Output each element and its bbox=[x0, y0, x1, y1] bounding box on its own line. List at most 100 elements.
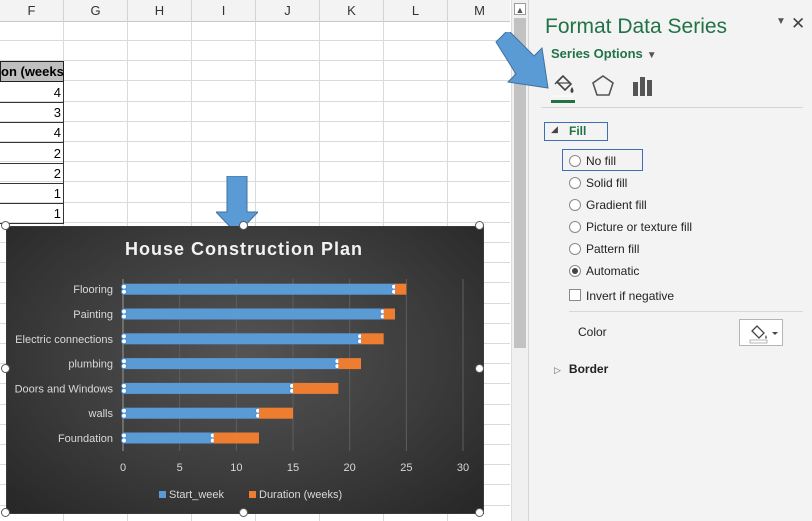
duration-bar[interactable] bbox=[361, 333, 384, 345]
selection-handle[interactable] bbox=[121, 288, 127, 295]
column-header-m[interactable]: M bbox=[448, 0, 510, 22]
selection-handle[interactable] bbox=[121, 313, 127, 320]
close-icon[interactable]: ✕ bbox=[791, 14, 805, 34]
selection-handle[interactable] bbox=[121, 333, 127, 340]
border-section-label: Border bbox=[568, 362, 609, 376]
fill-option-label: No fill bbox=[586, 154, 617, 168]
category-label: Flooring bbox=[73, 284, 113, 296]
effects-icon[interactable] bbox=[589, 72, 617, 100]
column-header-f[interactable]: F bbox=[0, 0, 64, 22]
chart-resize-handle[interactable] bbox=[1, 508, 10, 517]
radio-button[interactable] bbox=[569, 155, 581, 167]
selection-handle[interactable] bbox=[121, 363, 127, 370]
legend-label: Duration (weeks) bbox=[259, 489, 342, 501]
start-week-bar[interactable] bbox=[123, 382, 293, 394]
radio-button[interactable] bbox=[569, 265, 581, 277]
gridline bbox=[0, 100, 510, 102]
pane-title: Format Data Series bbox=[545, 15, 728, 38]
invert-if-negative-label: Invert if negative bbox=[586, 289, 675, 303]
fill-section-header[interactable]: ◢ Fill bbox=[544, 122, 608, 141]
series-options-icon[interactable] bbox=[629, 72, 657, 100]
fill-option-label: Picture or texture fill bbox=[586, 220, 693, 234]
border-section-header[interactable]: ▷ Border bbox=[554, 362, 608, 376]
selection-handle[interactable] bbox=[121, 432, 127, 439]
chart-resize-handle[interactable] bbox=[1, 364, 10, 373]
fill-color-picker-button[interactable] bbox=[739, 319, 783, 346]
radio-button[interactable] bbox=[569, 177, 581, 189]
start-week-bar[interactable] bbox=[123, 432, 214, 444]
chart-resize-handle[interactable] bbox=[475, 508, 484, 517]
column-header-h[interactable]: H bbox=[128, 0, 192, 22]
chart-title[interactable]: House Construction Plan bbox=[125, 239, 363, 259]
duration-cell[interactable]: 1 bbox=[0, 203, 64, 225]
radio-button[interactable] bbox=[569, 243, 581, 255]
duration-cell[interactable]: 2 bbox=[0, 142, 64, 164]
fill-option-label: Solid fill bbox=[586, 176, 628, 190]
series-options-dropdown[interactable]: Series Options ▼ bbox=[551, 46, 657, 61]
legend-label: Start_week bbox=[169, 489, 225, 501]
gridline bbox=[0, 161, 510, 163]
duration-cell[interactable]: 4 bbox=[0, 82, 64, 103]
duration-bar[interactable] bbox=[213, 432, 259, 444]
fill-option-label: Automatic bbox=[586, 264, 640, 278]
gridline bbox=[0, 141, 510, 142]
selection-handle[interactable] bbox=[121, 437, 127, 444]
scroll-up-icon[interactable]: ▲ bbox=[514, 3, 526, 15]
start-week-bar[interactable] bbox=[123, 407, 259, 419]
column-header-j[interactable]: J bbox=[256, 0, 320, 22]
active-tab-indicator bbox=[551, 100, 575, 103]
fill-option-label: Pattern fill bbox=[586, 242, 640, 256]
selection-handle[interactable] bbox=[121, 412, 127, 419]
chart-legend[interactable]: Start_week Duration (weeks) bbox=[159, 489, 342, 501]
chart-resize-handle[interactable] bbox=[1, 221, 10, 230]
fill-section-label: Fill bbox=[569, 124, 587, 138]
chart-resize-handle[interactable] bbox=[475, 221, 484, 230]
duration-cell[interactable]: 4 bbox=[0, 122, 64, 144]
spreadsheet-grid[interactable]: FGHIJKLM on (weeks) 4342211 House Constr… bbox=[0, 0, 510, 521]
column-header-l[interactable]: L bbox=[384, 0, 448, 22]
selection-handle[interactable] bbox=[121, 358, 127, 365]
selection-handle[interactable] bbox=[121, 387, 127, 394]
chart-resize-handle[interactable] bbox=[239, 508, 248, 517]
tab-separator bbox=[541, 107, 803, 108]
duration-bar[interactable] bbox=[395, 283, 407, 295]
selection-handle[interactable] bbox=[121, 407, 127, 414]
chart-resize-handle[interactable] bbox=[239, 221, 248, 230]
color-label: Color bbox=[578, 325, 607, 339]
pane-options-dropdown-icon[interactable]: ▼ bbox=[776, 16, 786, 27]
radio-button[interactable] bbox=[569, 199, 581, 211]
radio-button[interactable] bbox=[569, 221, 581, 233]
selection-handle[interactable] bbox=[121, 338, 127, 345]
chart-plot[interactable]: House Construction Plan 0 5 10 15 20 25 30 Found… bbox=[7, 227, 485, 515]
selection-handle[interactable] bbox=[121, 382, 127, 389]
duration-cell[interactable]: 3 bbox=[0, 102, 64, 124]
duration-bar[interactable] bbox=[338, 358, 361, 370]
duration-bar[interactable] bbox=[383, 308, 395, 320]
category-label: walls bbox=[88, 408, 114, 420]
start-week-bar[interactable] bbox=[123, 358, 339, 370]
gridline bbox=[0, 80, 510, 82]
divider bbox=[569, 311, 803, 312]
start-week-bar[interactable] bbox=[123, 333, 361, 345]
paint-bucket-icon bbox=[749, 325, 778, 344]
duration-cell[interactable]: 1 bbox=[0, 183, 64, 204]
checkbox-box[interactable] bbox=[569, 289, 581, 301]
duration-header-cell[interactable]: on (weeks) bbox=[0, 61, 64, 82]
column-header-k[interactable]: K bbox=[320, 0, 384, 22]
duration-bar[interactable] bbox=[293, 382, 339, 394]
fill-option-label: Gradient fill bbox=[586, 198, 647, 212]
duration-bar[interactable] bbox=[259, 407, 293, 419]
selection-handle[interactable] bbox=[121, 308, 127, 315]
column-header-i[interactable]: I bbox=[192, 0, 256, 22]
start-week-bar[interactable] bbox=[123, 308, 384, 320]
start-week-bar[interactable] bbox=[123, 283, 395, 295]
selection-handle[interactable] bbox=[121, 283, 127, 290]
chart-resize-handle[interactable] bbox=[475, 364, 484, 373]
duration-cell[interactable]: 2 bbox=[0, 162, 64, 184]
category-label: Painting bbox=[73, 309, 113, 321]
column-header-g[interactable]: G bbox=[64, 0, 128, 22]
x-tick-label: 0 bbox=[120, 462, 126, 474]
gantt-chart[interactable]: House Construction Plan 0 5 10 15 20 25 30 Found… bbox=[1, 221, 485, 517]
gridline bbox=[0, 40, 510, 41]
collapse-triangle-icon: ◢ bbox=[551, 124, 558, 134]
